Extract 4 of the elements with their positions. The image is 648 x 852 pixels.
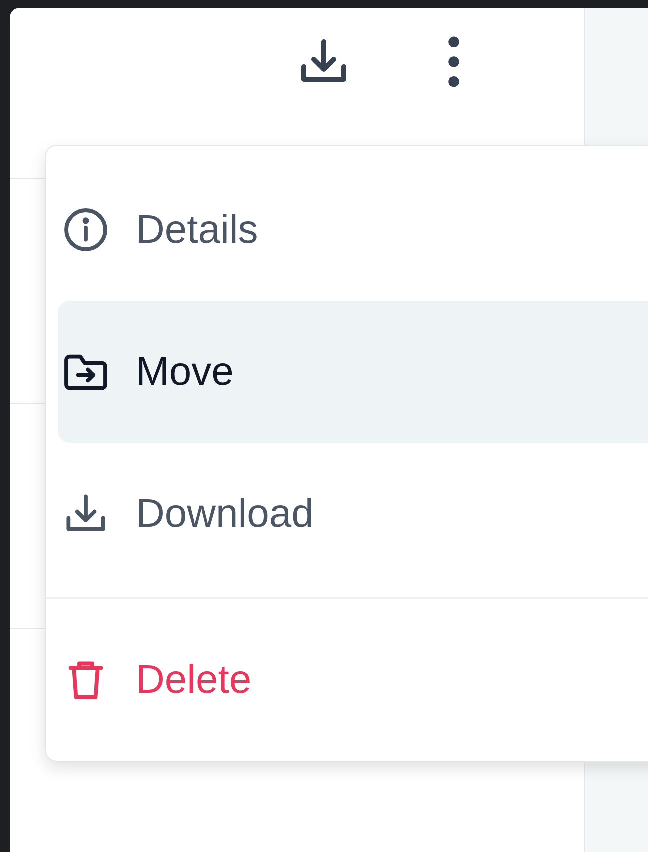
- menu-item[interactable]: Move: [58, 301, 648, 443]
- menu-item[interactable]: Details: [58, 159, 648, 301]
- menu-item[interactable]: Delete: [58, 609, 648, 751]
- menu-item[interactable]: Download: [58, 443, 648, 585]
